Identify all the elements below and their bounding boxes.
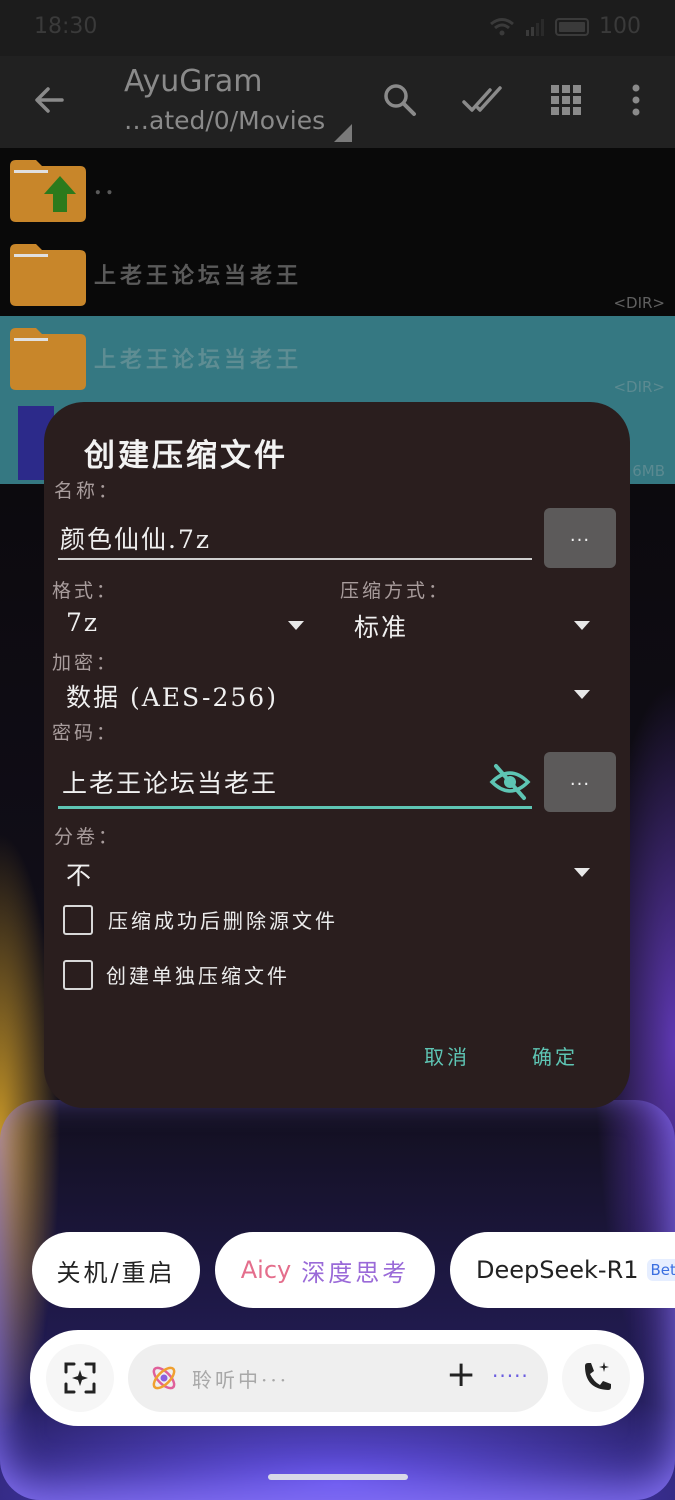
voice-wave-icon: ····· [492,1364,529,1388]
delete-source-checkbox[interactable] [63,905,93,935]
battery-icon [555,17,589,36]
chevron-down-icon[interactable] [574,868,590,877]
app-title: AyuGram [124,64,263,99]
path-dropdown-indicator [334,124,352,142]
chip-label-aicy: Aicy [240,1256,292,1284]
ok-button[interactable]: 确定 [532,1041,578,1070]
method-select[interactable]: 标准 [354,608,408,644]
method-label: 压缩方式： [340,580,451,602]
current-path[interactable]: …ated/0/Movies [124,106,325,135]
file-row-selected[interactable]: 上老王论坛当老王 <DIR> [0,316,675,400]
encrypt-select[interactable]: 数据 (AES-256) [66,678,278,714]
beta-badge: Beta [646,1259,675,1281]
status-time: 18:30 [34,14,98,39]
battery-level: 100 [599,14,641,39]
aicy-deep-think-chip[interactable]: Aicy 深度思考 [215,1232,435,1308]
shutdown-restart-chip[interactable]: 关机/重启 [32,1232,200,1308]
ai-logo-icon [152,1366,176,1390]
assistant-bar: 聆听中··· + ····· [30,1330,644,1426]
dialog-title: 创建压缩文件 [84,438,288,474]
delete-source-label[interactable]: 压缩成功后删除源文件 [108,905,338,934]
format-select[interactable]: 7z [66,608,99,637]
name-label: 名称： [54,480,121,502]
separate-archive-checkbox[interactable] [63,960,93,990]
assistant-input[interactable]: 聆听中··· + ····· [128,1344,548,1412]
select-all-icon[interactable] [462,80,506,120]
chevron-down-icon[interactable] [574,690,590,699]
listening-status: 聆听中··· [192,1368,290,1392]
chevron-down-icon[interactable] [574,621,590,630]
chevron-down-icon[interactable] [288,621,304,630]
file-size: 6MB [632,462,665,480]
file-row[interactable]: 上老王论坛当老王 <DIR> [0,232,675,316]
file-name: .. [94,174,118,200]
home-indicator[interactable] [268,1474,408,1480]
phone-call-icon [585,1362,611,1390]
visibility-off-icon[interactable] [488,762,532,802]
file-tag: <DIR> [613,378,665,396]
folder-icon [10,328,86,390]
add-icon[interactable]: + [446,1354,476,1395]
cancel-button[interactable]: 取消 [424,1041,470,1070]
app-toolbar: AyuGram …ated/0/Movies [0,56,675,148]
scan-button[interactable] [46,1344,114,1412]
status-icons: 100 [489,14,641,39]
file-tag: <DIR> [613,294,665,312]
browse-name-button[interactable]: ... [544,508,616,568]
call-button[interactable] [562,1344,630,1412]
volume-label: 分卷： [54,826,121,848]
separate-archive-label[interactable]: 创建单独压缩文件 [106,960,290,989]
scan-icon [64,1362,96,1394]
browse-password-button[interactable]: ... [544,752,616,812]
chip-label: 关机/重启 [56,1258,176,1287]
more-options-icon[interactable] [618,80,654,120]
file-name: 上老王论坛当老王 [94,263,303,289]
encrypt-label: 加密： [52,652,119,674]
status-bar: 18:30 100 [0,0,675,56]
deepseek-chip[interactable]: DeepSeek-R1 Beta [450,1232,675,1308]
signal-icon [526,18,544,36]
format-label: 格式： [52,580,119,602]
file-row-parent[interactable]: .. [0,148,675,232]
folder-up-icon [10,160,86,222]
file-name: 上老王论坛当老王 [94,347,303,373]
grid-view-icon[interactable] [546,80,586,120]
wifi-icon [490,17,514,35]
password-field-underline [58,806,532,809]
create-archive-dialog: 创建压缩文件 名称： 颜色仙仙.7z ... 格式： 7z 压缩方式： 标准 加… [44,402,630,1108]
password-label: 密码： [52,722,119,744]
password-field[interactable]: 上老王论坛当老王 [62,764,278,800]
volume-select[interactable]: 不 [66,856,93,892]
back-arrow-icon[interactable] [30,80,70,120]
name-field-underline [58,558,532,560]
chip-label: DeepSeek-R1 [476,1256,639,1284]
folder-icon [10,244,86,306]
search-icon[interactable] [380,80,420,120]
chip-label-deep-think: 深度思考 [301,1258,410,1287]
name-field[interactable]: 颜色仙仙.7z [60,520,211,556]
